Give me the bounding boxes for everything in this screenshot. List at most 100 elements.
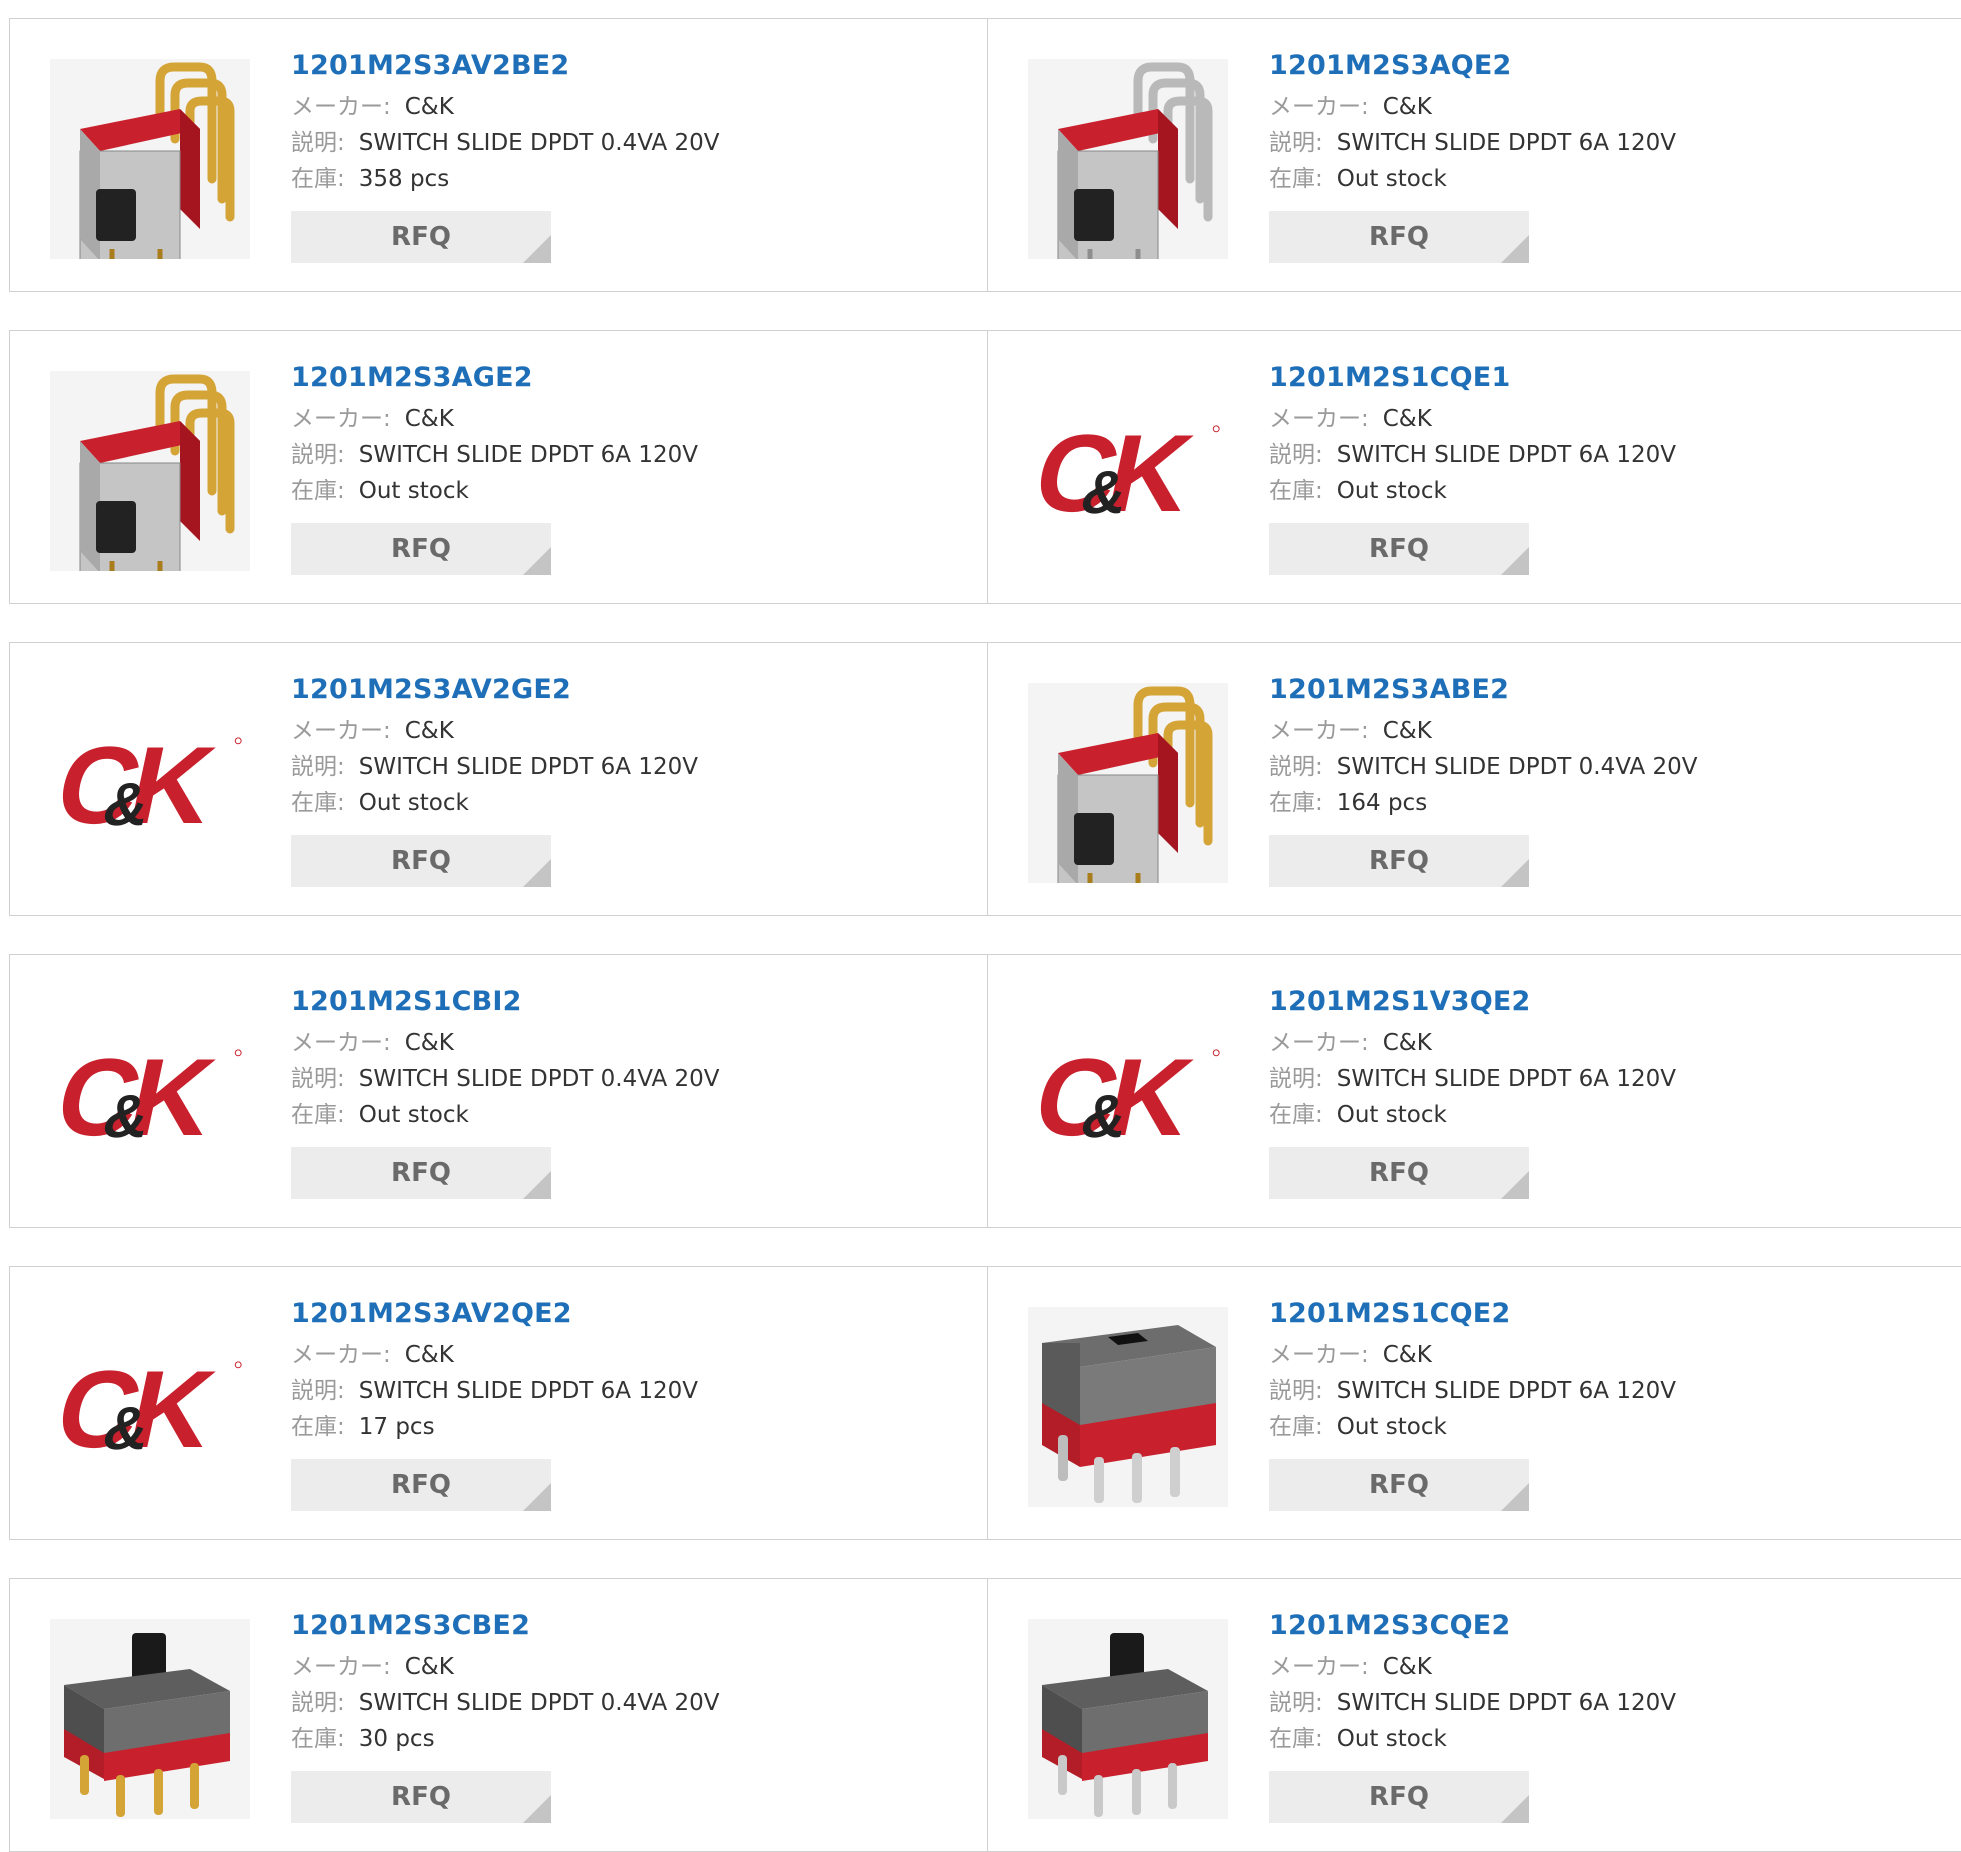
description-value: SWITCH SLIDE DPDT 0.4VA 20V	[358, 1066, 720, 1092]
part-number-link[interactable]: 1201M2S1CQE2	[1269, 1297, 1676, 1331]
rfq-button[interactable]: RFQ	[291, 1147, 551, 1199]
maker-value: C&K	[404, 1342, 454, 1368]
description-label: 説明:	[291, 1066, 345, 1092]
rfq-button[interactable]: RFQ	[291, 1459, 551, 1511]
stock-line: 在庫: Out stock	[1269, 161, 1676, 197]
description-value: SWITCH SLIDE DPDT 6A 120V	[358, 442, 698, 468]
product-card: 1201M2S3AGE2 メーカー: C&K 説明: SWITCH SLIDE DP…	[9, 330, 988, 604]
maker-label: メーカー:	[291, 406, 391, 432]
product-image[interactable]: C K &	[1028, 371, 1228, 571]
description-line: 説明: SWITCH SLIDE DPDT 6A 120V	[1269, 1373, 1676, 1409]
stock-line: 在庫: 164 pcs	[1269, 785, 1698, 821]
rfq-label: RFQ	[1369, 846, 1429, 876]
maker-value: C&K	[1382, 1030, 1432, 1056]
description-value: SWITCH SLIDE DPDT 0.4VA 20V	[358, 130, 720, 156]
stock-value: Out stock	[358, 478, 469, 504]
rfq-label: RFQ	[1369, 222, 1429, 252]
part-number-link[interactable]: 1201M2S3AV2GE2	[291, 673, 698, 707]
maker-value: C&K	[404, 94, 454, 120]
rfq-button[interactable]: RFQ	[1269, 1771, 1529, 1823]
product-image[interactable]	[1028, 683, 1228, 883]
slide-switch-icon	[50, 371, 250, 571]
description-label: 説明:	[1269, 1066, 1323, 1092]
part-number-link[interactable]: 1201M2S3AV2BE2	[291, 49, 720, 83]
product-info: 1201M2S3AV2QE2 メーカー: C&K 説明: SWITCH SLIDE …	[291, 1297, 698, 1511]
maker-line: メーカー: C&K	[1269, 713, 1698, 749]
product-row: C K & 1201M2S3AV2GE2 メーカー: C&K 説明: SWITCH …	[9, 642, 1961, 916]
rfq-button[interactable]: RFQ	[1269, 835, 1529, 887]
product-card: 1201M2S3AQE2 メーカー: C&K 説明: SWITCH SLIDE DP…	[987, 18, 1961, 292]
part-number-link[interactable]: 1201M2S3CBE2	[291, 1609, 720, 1643]
maker-line: メーカー: C&K	[1269, 89, 1676, 125]
ck-logo: C K &	[52, 729, 242, 837]
rfq-button[interactable]: RFQ	[1269, 523, 1529, 575]
part-number-link[interactable]: 1201M2S1CBI2	[291, 985, 720, 1019]
rfq-label: RFQ	[1369, 534, 1429, 564]
corner-triangle-icon	[523, 1795, 551, 1823]
product-image[interactable]: C K &	[1028, 995, 1228, 1195]
stock-line: 在庫: Out stock	[291, 473, 698, 509]
description-line: 説明: SWITCH SLIDE DPDT 6A 120V	[291, 749, 698, 785]
maker-line: メーカー: C&K	[1269, 1649, 1676, 1685]
part-number-link[interactable]: 1201M2S3ABE2	[1269, 673, 1698, 707]
corner-triangle-icon	[523, 547, 551, 575]
rfq-button[interactable]: RFQ	[1269, 1147, 1529, 1199]
product-image[interactable]	[50, 1619, 250, 1819]
description-line: 説明: SWITCH SLIDE DPDT 6A 120V	[291, 437, 698, 473]
rfq-button[interactable]: RFQ	[291, 835, 551, 887]
maker-value: C&K	[404, 1654, 454, 1680]
part-number-link[interactable]: 1201M2S1V3QE2	[1269, 985, 1676, 1019]
maker-label: メーカー:	[1269, 1342, 1369, 1368]
description-value: SWITCH SLIDE DPDT 6A 120V	[1336, 1690, 1676, 1716]
rfq-button[interactable]: RFQ	[291, 211, 551, 263]
maker-label: メーカー:	[1269, 406, 1369, 432]
stock-value: Out stock	[1336, 166, 1447, 192]
stock-line: 在庫: 30 pcs	[291, 1721, 720, 1757]
rfq-label: RFQ	[391, 1158, 451, 1188]
part-number-link[interactable]: 1201M2S3AV2QE2	[291, 1297, 698, 1331]
part-number-link[interactable]: 1201M2S1CQE1	[1269, 361, 1676, 395]
stock-label: 在庫:	[291, 166, 345, 192]
rfq-button[interactable]: RFQ	[291, 1771, 551, 1823]
rfq-button[interactable]: RFQ	[1269, 1459, 1529, 1511]
maker-line: メーカー: C&K	[291, 89, 720, 125]
corner-triangle-icon	[1501, 547, 1529, 575]
description-line: 説明: SWITCH SLIDE DPDT 6A 120V	[1269, 1061, 1676, 1097]
product-image[interactable]: C K &	[50, 683, 250, 883]
maker-line: メーカー: C&K	[1269, 401, 1676, 437]
product-image[interactable]	[50, 371, 250, 571]
product-card: 1201M2S3CQE2 メーカー: C&K 説明: SWITCH SLIDE DP…	[987, 1578, 1961, 1852]
description-value: SWITCH SLIDE DPDT 6A 120V	[1336, 442, 1676, 468]
stock-line: 在庫: Out stock	[1269, 1409, 1676, 1445]
part-number-link[interactable]: 1201M2S3AGE2	[291, 361, 698, 395]
stock-line: 在庫: Out stock	[1269, 1097, 1676, 1133]
product-card: C K & 1201M2S3AV2QE2 メーカー: C&K 説明: SWITCH …	[9, 1266, 988, 1540]
product-image[interactable]	[1028, 59, 1228, 259]
product-info: 1201M2S3CBE2 メーカー: C&K 説明: SWITCH SLIDE DP…	[291, 1609, 720, 1823]
stock-line: 在庫: 358 pcs	[291, 161, 720, 197]
description-line: 説明: SWITCH SLIDE DPDT 6A 120V	[1269, 437, 1676, 473]
product-row: 1201M2S3CBE2 メーカー: C&K 説明: SWITCH SLIDE DP…	[9, 1578, 1961, 1852]
stock-label: 在庫:	[1269, 790, 1323, 816]
product-card: C K & 1201M2S1CQE1 メーカー: C&K 説明: SWITCH SL…	[987, 330, 1961, 604]
corner-triangle-icon	[523, 1483, 551, 1511]
rfq-button[interactable]: RFQ	[291, 523, 551, 575]
product-image[interactable]	[1028, 1307, 1228, 1507]
maker-value: C&K	[404, 718, 454, 744]
description-line: 説明: SWITCH SLIDE DPDT 0.4VA 20V	[291, 1061, 720, 1097]
product-image[interactable]: C K &	[50, 1307, 250, 1507]
stock-value: 17 pcs	[358, 1414, 435, 1440]
product-image[interactable]	[50, 59, 250, 259]
part-number-link[interactable]: 1201M2S3AQE2	[1269, 49, 1676, 83]
maker-line: メーカー: C&K	[291, 713, 698, 749]
rfq-label: RFQ	[391, 1782, 451, 1812]
maker-label: メーカー:	[291, 718, 391, 744]
product-info: 1201M2S3AV2BE2 メーカー: C&K 説明: SWITCH SLIDE …	[291, 49, 720, 263]
product-image[interactable]: C K &	[50, 995, 250, 1195]
product-image[interactable]	[1028, 1619, 1228, 1819]
rfq-button[interactable]: RFQ	[1269, 211, 1529, 263]
rfq-label: RFQ	[391, 222, 451, 252]
slide-switch-icon	[50, 1619, 250, 1819]
product-row: C K & 1201M2S3AV2QE2 メーカー: C&K 説明: SWITCH …	[9, 1266, 1961, 1540]
part-number-link[interactable]: 1201M2S3CQE2	[1269, 1609, 1676, 1643]
